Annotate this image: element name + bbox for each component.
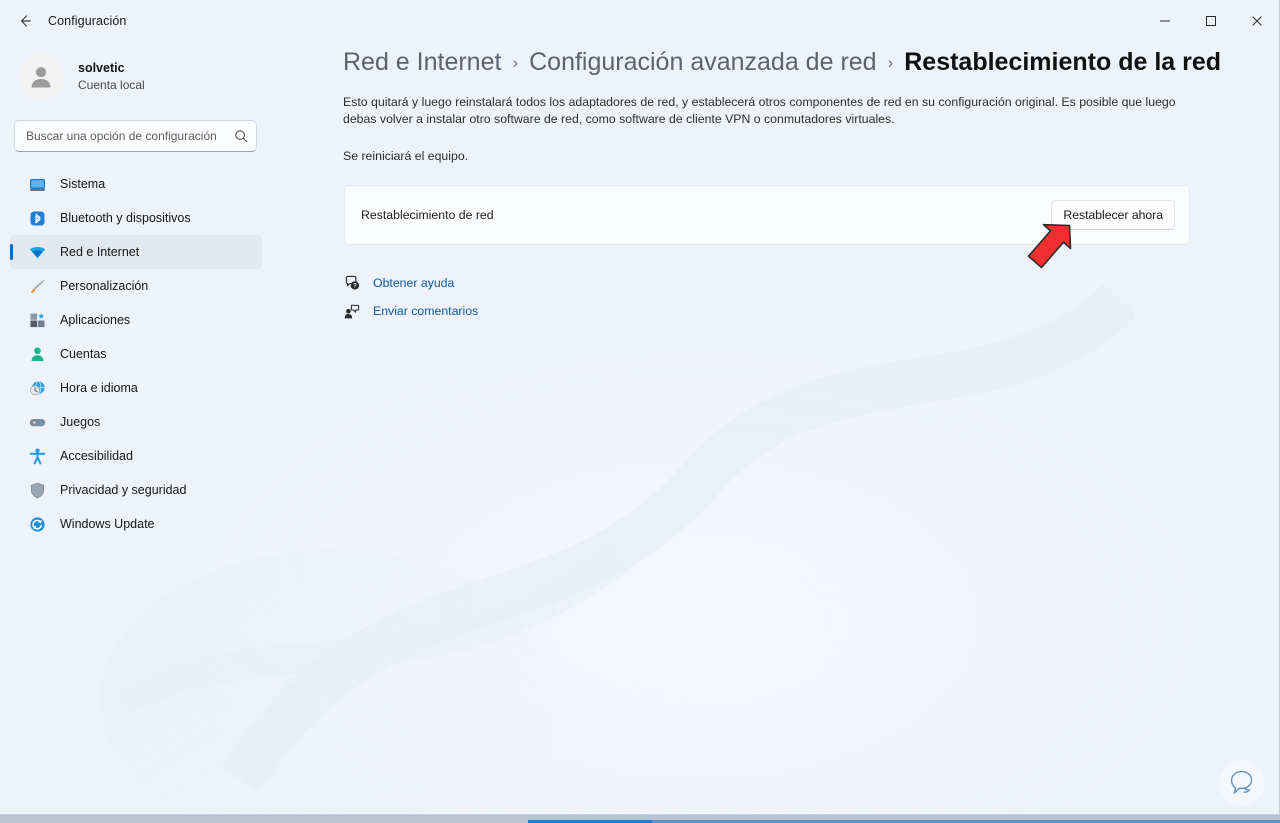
sidebar-item-sistema[interactable]: Sistema (10, 167, 262, 201)
accessibility-icon (28, 447, 46, 465)
minimize-button[interactable] (1142, 0, 1188, 42)
svg-text:?: ? (353, 283, 357, 289)
sidebar-item-label: Aplicaciones (60, 313, 131, 327)
page-title: Restablecimiento de la red (904, 48, 1222, 76)
account-card[interactable]: solvetic Cuenta local (18, 48, 272, 106)
sidebar-item-cuentas[interactable]: Cuentas (10, 337, 262, 371)
maximize-button[interactable] (1188, 0, 1234, 42)
breadcrumb-separator-icon: › (887, 53, 894, 72)
arrow-left-icon (21, 15, 31, 27)
breadcrumb-separator-icon: › (512, 53, 519, 72)
title-bar: Configuración (0, 0, 1279, 42)
sidebar-item-accesibilidad[interactable]: Accesibilidad (10, 439, 262, 473)
sidebar: solvetic Cuenta local Buscar una opción … (0, 42, 272, 814)
account-person-icon (28, 345, 46, 363)
window-controls (1142, 0, 1279, 42)
wifi-icon (28, 243, 46, 261)
sidebar-item-label: Privacidad y seguridad (60, 483, 187, 497)
sidebar-item-personalizacion[interactable]: Personalización (10, 269, 262, 303)
network-reset-label: Restablecimiento de red (361, 208, 494, 222)
user-avatar-icon (31, 67, 51, 88)
paintbrush-icon (28, 277, 46, 295)
sidebar-item-label: Cuentas (60, 347, 107, 361)
apps-icon (28, 311, 46, 329)
sidebar-item-label: Red e Internet (60, 245, 140, 259)
search-input[interactable] (26, 129, 234, 143)
update-refresh-icon (28, 515, 46, 533)
page-description: Esto quitará y luego reinstalará todos l… (343, 95, 1176, 127)
help-question-icon: ? (343, 274, 362, 293)
breadcrumb: Red e Internet › Configuración avanzada … (343, 48, 1221, 77)
settings-window: Configuración solvetic Cuenta local Busc… (0, 0, 1280, 815)
feedback-person-icon (343, 302, 362, 321)
sidebar-item-label: Juegos (60, 415, 101, 429)
reset-now-button[interactable]: Restablecer ahora (1051, 200, 1175, 230)
account-type: Cuenta local (78, 77, 145, 92)
sidebar-item-label: Accesibilidad (60, 449, 133, 463)
bluetooth-icon (28, 209, 46, 227)
sidebar-item-privacidad-y-seguridad[interactable]: Privacidad y seguridad (10, 473, 262, 507)
sidebar-item-label: Bluetooth y dispositivos (60, 211, 191, 225)
restart-note: Se reiniciará el equipo. (343, 149, 469, 163)
get-help-link[interactable]: ? Obtener ayuda (343, 270, 503, 296)
send-feedback-label: Enviar comentarios (373, 304, 479, 318)
account-text: solvetic Cuenta local (78, 61, 145, 93)
sidebar-item-windows-update[interactable]: Windows Update (10, 507, 262, 541)
sidebar-item-hora-e-idioma[interactable]: Hora e idioma (10, 371, 262, 405)
breadcrumb-link-configuracion-avanzada[interactable]: Configuración avanzada de red (529, 48, 876, 77)
sidebar-item-juegos[interactable]: Juegos (10, 405, 262, 439)
monitor-icon (28, 175, 46, 193)
maximize-icon (1206, 16, 1216, 26)
shield-icon (28, 481, 46, 499)
get-help-label: Obtener ayuda (373, 276, 455, 290)
avatar (18, 54, 64, 100)
clock-globe-icon (28, 379, 46, 397)
app-title: Configuración (48, 14, 127, 28)
sidebar-item-bluetooth[interactable]: Bluetooth y dispositivos (10, 201, 262, 235)
minimize-icon (1160, 20, 1170, 22)
search-icon (235, 130, 248, 143)
network-reset-card: Restablecimiento de red Restablecer ahor… (344, 185, 1190, 245)
feedback-bubble-icon (1230, 770, 1253, 794)
breadcrumb-link-red-e-internet[interactable]: Red e Internet (343, 48, 501, 77)
help-links: ? Obtener ayuda Enviar comentarios (343, 270, 503, 326)
send-feedback-link[interactable]: Enviar comentarios (343, 298, 503, 324)
content-area: Red e Internet › Configuración avanzada … (272, 42, 1279, 814)
account-name: solvetic (78, 61, 125, 76)
sidebar-item-label: Personalización (60, 279, 149, 293)
nav-list: Sistema Bluetooth y dispositivos Red e I… (10, 167, 262, 541)
gamepad-icon (28, 413, 46, 431)
taskbar-strip (0, 815, 1280, 823)
sidebar-item-label: Sistema (60, 177, 106, 191)
feedback-bubble-button[interactable] (1219, 760, 1265, 806)
sidebar-item-label: Windows Update (60, 517, 155, 531)
close-button[interactable] (1234, 0, 1279, 42)
sidebar-item-red-e-internet[interactable]: Red e Internet (10, 235, 262, 269)
sidebar-item-aplicaciones[interactable]: Aplicaciones (10, 303, 262, 337)
search-box[interactable] (14, 120, 257, 152)
close-icon (1252, 16, 1262, 26)
sidebar-item-label: Hora e idioma (60, 381, 138, 395)
back-button[interactable] (8, 6, 42, 36)
